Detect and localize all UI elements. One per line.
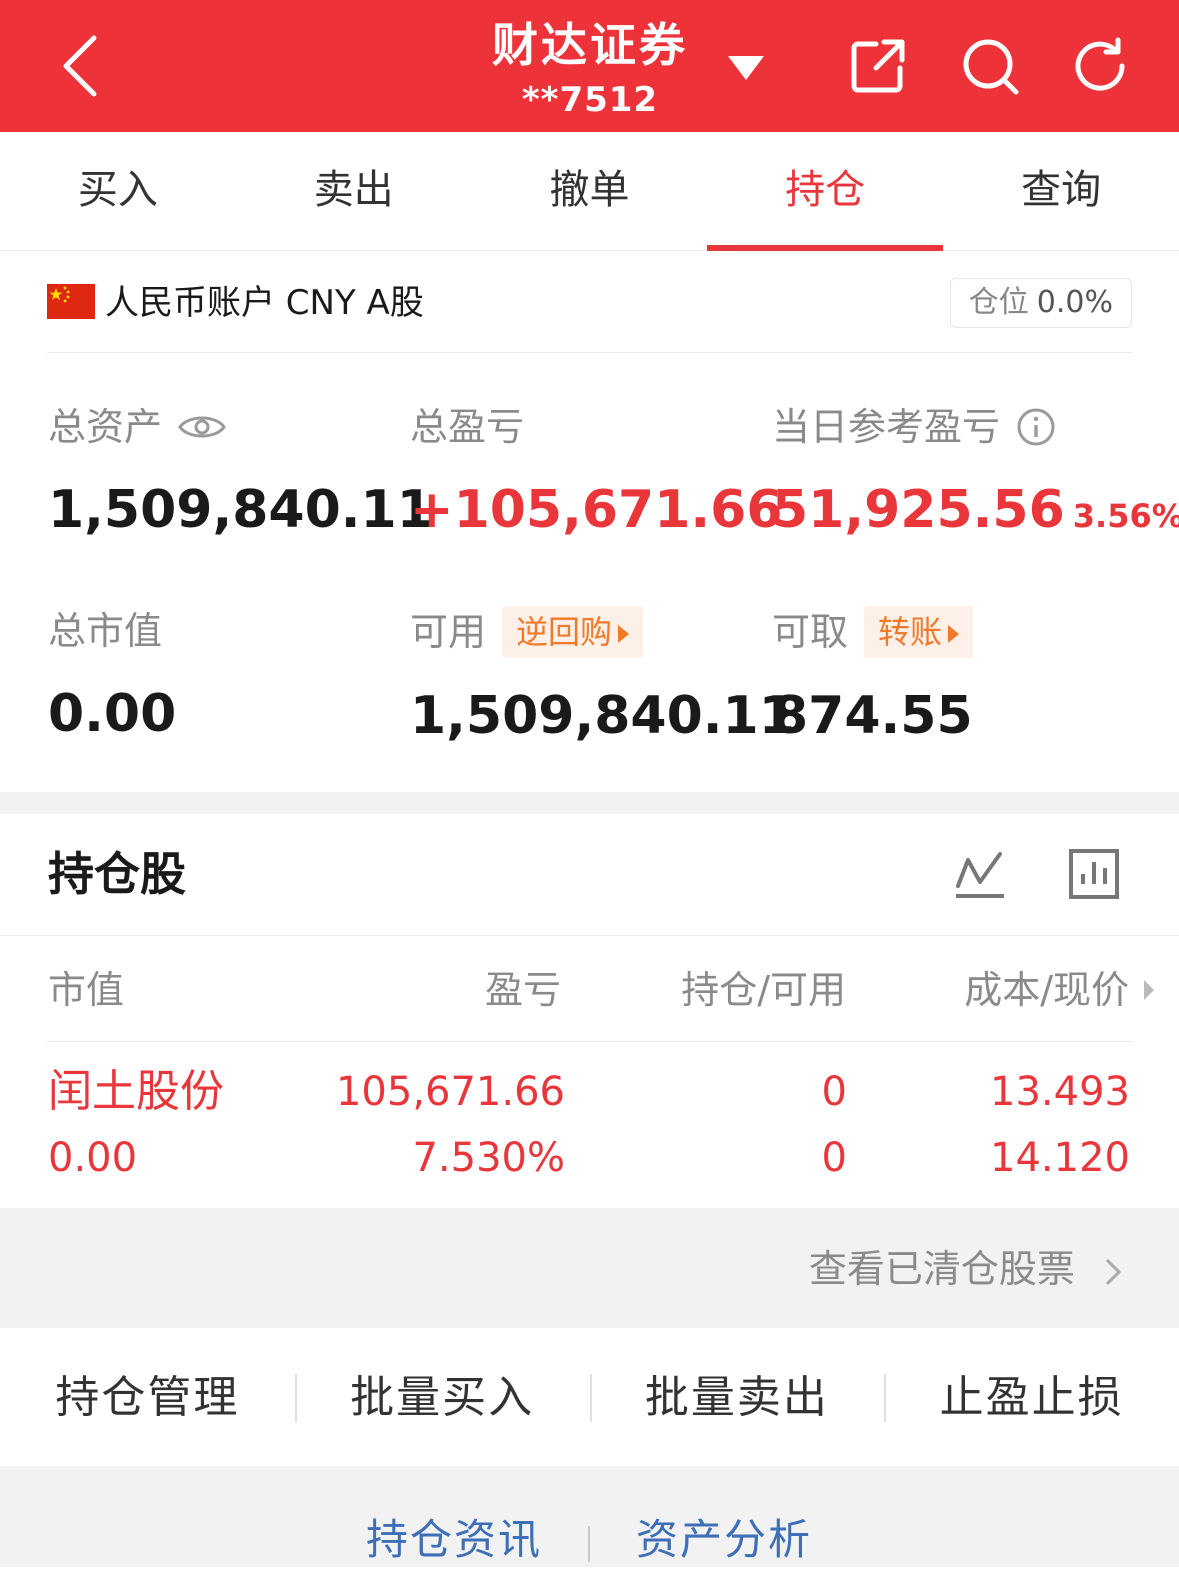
- scroll-right-icon[interactable]: [1143, 962, 1155, 1033]
- view-cleared-label: 查看已清仓股票: [808, 1247, 1075, 1291]
- asset-analysis-link[interactable]: 资产分析: [636, 1510, 812, 1570]
- table-row[interactable]: 闰土股份 0.00 105,671.66 7.530% 0 0 13.493 1…: [0, 1060, 1179, 1190]
- daily-pnl-label: 当日参考盈亏: [772, 405, 1001, 449]
- total-pnl: 总盈亏 +105,671.66: [410, 402, 783, 542]
- total-pnl-value: +105,671.66: [410, 480, 783, 540]
- account-switcher[interactable]: 财达证券 **7512: [420, 10, 760, 120]
- refresh-icon[interactable]: [1072, 36, 1132, 96]
- china-flag-icon: [47, 284, 95, 319]
- tab-positions[interactable]: 持仓: [707, 132, 943, 251]
- divider: [47, 352, 1132, 353]
- divider: [47, 1041, 1132, 1042]
- tab-sell[interactable]: 卖出: [236, 132, 472, 250]
- stock-pnl: 105,671.66: [335, 1069, 565, 1115]
- divider: [0, 935, 1179, 936]
- trade-tabs: 买入 卖出 撤单 持仓 查询: [0, 132, 1179, 251]
- market-value-value: 0.00: [48, 684, 177, 744]
- total-assets: 总资产 1,509,840.11: [48, 402, 433, 542]
- arrow-right-icon: [948, 625, 960, 643]
- available-value: 1,509,840.11: [410, 686, 795, 746]
- holdings-title: 持仓股: [48, 847, 186, 901]
- col-cost-price[interactable]: 成本/现价: [964, 962, 1129, 1018]
- chevron-right-icon: [1105, 1258, 1122, 1285]
- dropdown-caret-icon[interactable]: [726, 54, 766, 84]
- stock-price: 14.120: [990, 1135, 1130, 1181]
- market-value-label: 总市值: [48, 609, 163, 653]
- col-pnl[interactable]: 盈亏: [485, 962, 561, 1018]
- account-row: 人民币账户 CNY A股 仓位 0.0%: [47, 276, 1132, 330]
- total-pnl-label: 总盈亏: [410, 405, 525, 449]
- cleared-stocks-band: 查看已清仓股票: [0, 1208, 1179, 1328]
- divider: [588, 1526, 590, 1562]
- bar-chart-icon[interactable]: [1066, 846, 1122, 902]
- transfer-button[interactable]: 转账: [864, 606, 974, 658]
- tab-cancel-order[interactable]: 撤单: [472, 132, 708, 250]
- withdrawable-label: 可取: [772, 610, 849, 654]
- account-number: **7512: [521, 80, 659, 120]
- info-icon[interactable]: [1016, 407, 1056, 447]
- section-gap: [0, 792, 1179, 814]
- back-icon[interactable]: [52, 30, 112, 102]
- batch-buy-button[interactable]: 批量买入: [294, 1330, 590, 1466]
- stock-pnl-percent: 7.530%: [412, 1135, 565, 1181]
- line-chart-icon[interactable]: [952, 846, 1008, 902]
- total-assets-value: 1,509,840.11: [48, 480, 433, 540]
- position-actions: 持仓管理 批量买入 批量卖出 止盈止损: [0, 1330, 1179, 1466]
- reverse-repo-button[interactable]: 逆回购: [502, 606, 644, 658]
- reverse-repo-label: 逆回购: [516, 613, 613, 651]
- position-ratio-value: 0.0%: [1036, 285, 1113, 320]
- share-icon[interactable]: [848, 36, 908, 96]
- stock-holding: 0: [821, 1069, 847, 1115]
- broker-title: 财达证券: [492, 18, 688, 72]
- holdings-news-link[interactable]: 持仓资讯: [366, 1510, 542, 1570]
- app-header: 财达证券 **7512: [0, 0, 1179, 132]
- daily-pnl-value: 51,925.56: [772, 480, 1065, 540]
- total-assets-label: 总资产: [48, 405, 163, 449]
- stock-cost: 13.493: [990, 1069, 1130, 1115]
- stock-available: 0: [821, 1135, 847, 1181]
- arrow-right-icon: [618, 625, 630, 643]
- tab-buy[interactable]: 买入: [0, 132, 236, 250]
- account-type-label: 人民币账户 CNY A股: [105, 283, 424, 323]
- daily-pnl: 当日参考盈亏 51,925.56 3.56%: [772, 402, 1179, 548]
- available-label: 可用: [410, 610, 487, 654]
- market-value: 总市值 0.00: [48, 606, 176, 746]
- col-market-value[interactable]: 市值: [48, 962, 124, 1018]
- manage-positions-button[interactable]: 持仓管理: [0, 1330, 295, 1466]
- search-icon[interactable]: [960, 36, 1020, 96]
- daily-pnl-percent: 3.56%: [1072, 497, 1179, 535]
- position-ratio-label: 仓位: [968, 285, 1029, 320]
- view-cleared-stocks-link[interactable]: 查看已清仓股票: [809, 1244, 1127, 1294]
- transfer-label: 转账: [878, 613, 943, 651]
- holdings-table-header: 市值 盈亏 持仓/可用 成本/现价: [0, 962, 1179, 1018]
- batch-sell-button[interactable]: 批量卖出: [589, 1330, 885, 1466]
- withdrawable-value: 874.55: [772, 686, 973, 746]
- available-funds: 可用 逆回购 1,509,840.11: [410, 606, 795, 748]
- position-ratio-badge: 仓位 0.0%: [949, 278, 1132, 328]
- withdrawable-funds: 可取 转账 874.55: [772, 606, 974, 748]
- stop-profit-loss-button[interactable]: 止盈止损: [884, 1330, 1179, 1466]
- col-holding-available[interactable]: 持仓/可用: [681, 962, 846, 1018]
- eye-icon[interactable]: [178, 411, 226, 443]
- tab-query[interactable]: 查询: [943, 132, 1179, 250]
- stock-name: 闰土股份: [48, 1066, 224, 1117]
- stock-market-value: 0.00: [48, 1135, 138, 1181]
